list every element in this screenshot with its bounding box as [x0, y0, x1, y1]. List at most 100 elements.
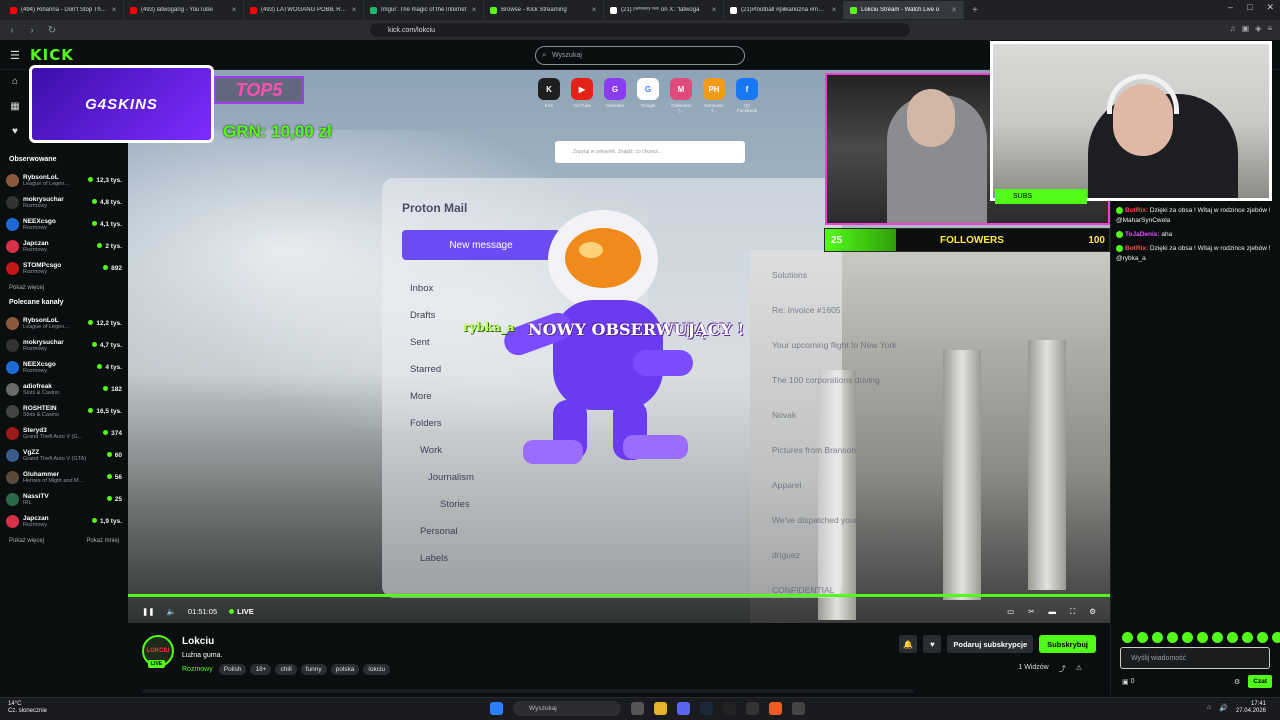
chat-username[interactable]: BotRix:: [1125, 245, 1148, 252]
pip-icon[interactable]: ▭: [1007, 607, 1014, 617]
menu-icon[interactable]: ☰: [10, 49, 20, 62]
emote-icon[interactable]: [1122, 632, 1133, 643]
show-more-link[interactable]: Pokaż więcej: [9, 538, 44, 544]
emote-icon[interactable]: [1167, 632, 1178, 643]
close-tab-icon[interactable]: ✕: [951, 6, 957, 14]
browser-tab[interactable]: (21) ᵖᵃᵐᵃʷᵉʸ ʷᵒˡˡ on X: "latwoga ✕: [604, 1, 724, 19]
minimize-icon[interactable]: –: [1228, 2, 1233, 13]
show-less-link[interactable]: Pokaż mniej: [86, 538, 119, 544]
scroll-track[interactable]: [142, 689, 914, 693]
back-icon[interactable]: ‹: [6, 25, 18, 36]
file-explorer-icon[interactable]: [654, 702, 667, 715]
browser-tab[interactable]: (21)#football #piłkanożna #meme # ✕: [724, 1, 844, 19]
emote-icon[interactable]: [1257, 632, 1268, 643]
browser-tab[interactable]: Lokciu Stream - Watch Live o ✕: [844, 1, 964, 19]
emote-icon[interactable]: [1212, 632, 1223, 643]
close-tab-icon[interactable]: ✕: [351, 6, 357, 14]
emote-icon[interactable]: [1272, 632, 1280, 643]
browser-tab[interactable]: Imgur: The magic of the Internet ✕: [364, 1, 484, 19]
chat-username[interactable]: ToJaDenis:: [1125, 231, 1160, 238]
pause-icon[interactable]: ❚❚: [142, 607, 155, 616]
close-tab-icon[interactable]: ✕: [231, 6, 237, 14]
gift-subs-button[interactable]: Podaruj subskrypcje: [947, 635, 1034, 653]
volume-icon[interactable]: 🔈: [167, 607, 176, 616]
app-icon[interactable]: [792, 702, 805, 715]
new-tab-button[interactable]: +: [964, 5, 986, 16]
chat-input[interactable]: Wyślij wiadomość: [1120, 647, 1270, 669]
url-field[interactable]: kick.com/lokciu: [370, 23, 910, 37]
browser-tab[interactable]: Browse - Kick Streaming ✕: [484, 1, 604, 19]
emote-icon[interactable]: [1242, 632, 1253, 643]
extension-icon[interactable]: ♫: [1230, 24, 1236, 33]
stream-tag[interactable]: polska: [330, 664, 360, 675]
emote-icon[interactable]: [1137, 632, 1148, 643]
weather-widget[interactable]: 14°C Cz. słonecznie: [8, 701, 47, 715]
sidebar-channel[interactable]: Japczan Rozmowy 1,9 tys.: [6, 510, 122, 532]
browser-tab[interactable]: (493) LATWOGANG POBIŁ REKORD ✕: [244, 1, 364, 19]
sidebar-channel[interactable]: RybsonLoL League of Legen... 12,2 tys.: [6, 312, 122, 334]
sidebar-channel[interactable]: Steryd3 Grand Theft Auto V (G... 374: [6, 422, 122, 444]
search-input[interactable]: ⌕ Wyszukaj: [535, 46, 745, 65]
wallet-icon[interactable]: ◈: [1255, 24, 1261, 33]
obs-icon[interactable]: [723, 702, 736, 715]
browser-tab[interactable]: (493) latwogang - YouTube ✕: [124, 1, 244, 19]
following-icon[interactable]: ♥: [12, 126, 18, 137]
stream-tag[interactable]: funny: [300, 664, 327, 675]
browser-tab[interactable]: (494) Rihanna - Don't Stop The M ✕: [4, 1, 124, 19]
sidebar-channel[interactable]: NEEXcsgo Rozmowy 4 tys.: [6, 356, 122, 378]
close-tab-icon[interactable]: ✕: [111, 6, 117, 14]
taskbar-search[interactable]: Wyszukaj: [513, 701, 621, 716]
follow-button[interactable]: ♥: [923, 635, 942, 653]
emote-icon[interactable]: [1227, 632, 1238, 643]
sidebar-channel[interactable]: adiofreak Slots & Casino 182: [6, 378, 122, 400]
home-icon[interactable]: ⌂: [12, 76, 18, 87]
reload-icon[interactable]: ↻: [46, 25, 58, 36]
volume-icon[interactable]: 🔊: [1219, 704, 1228, 712]
sidebar-channel[interactable]: mokrysuchar Rozmowy 4,7 tys.: [6, 334, 122, 356]
close-tab-icon[interactable]: ✕: [471, 6, 477, 14]
close-tab-icon[interactable]: ✕: [591, 6, 597, 14]
close-tab-icon[interactable]: ✕: [831, 6, 837, 14]
maximize-icon[interactable]: □: [1247, 2, 1252, 13]
steam-icon[interactable]: [700, 702, 713, 715]
show-more-link[interactable]: Pokaż więcej: [9, 285, 44, 291]
settings-icon[interactable]: ⚙: [1089, 607, 1096, 617]
discord-icon[interactable]: [677, 702, 690, 715]
fullscreen-icon[interactable]: ⛶: [1070, 607, 1075, 617]
subscribe-button[interactable]: Subskrybuj: [1039, 635, 1096, 653]
chat-settings-icon[interactable]: ⚙: [1234, 678, 1240, 686]
brave-icon[interactable]: [769, 702, 782, 715]
sidebar-channel[interactable]: VgZZ Grand Theft Auto V (GTA) 60: [6, 444, 122, 466]
report-icon[interactable]: ⚠: [1076, 664, 1082, 674]
streamer-name[interactable]: Lokciu: [182, 636, 214, 647]
emote-icon[interactable]: [1197, 632, 1208, 643]
network-icon[interactable]: ⌂: [1207, 704, 1211, 712]
sidebar-channel[interactable]: NassiTV IRL 25: [6, 488, 122, 510]
sidebar-channel[interactable]: STOMPcsgo Rozmowy 892: [6, 257, 122, 279]
sidebar-channel[interactable]: NEEXcsgo Rozmowy 4,1 tys.: [6, 213, 122, 235]
send-chat-button[interactable]: Czat: [1248, 675, 1272, 688]
windows-start-icon[interactable]: [490, 702, 503, 715]
menu-icon[interactable]: ≡: [1267, 24, 1272, 33]
chat-username[interactable]: BotRix:: [1125, 207, 1148, 214]
browse-icon[interactable]: ▦: [10, 101, 19, 112]
stream-tag[interactable]: chill: [275, 664, 297, 675]
terminal-icon[interactable]: [746, 702, 759, 715]
stream-tag[interactable]: lokciu: [363, 664, 391, 675]
notifications-button[interactable]: 🔔: [899, 635, 918, 653]
kick-logo[interactable]: KICK: [30, 46, 74, 64]
sidebar-channel[interactable]: Japczan Rozmowy 2 tys.: [6, 235, 122, 257]
clip-icon[interactable]: ✂: [1028, 607, 1034, 617]
theater-icon[interactable]: ▬: [1049, 607, 1057, 617]
close-icon[interactable]: ✕: [1266, 2, 1274, 13]
stream-tag[interactable]: Polish: [218, 664, 247, 675]
task-view-icon[interactable]: [631, 702, 644, 715]
sidebar-channel[interactable]: ROSHTEIN Slots & Casino 16,5 tys.: [6, 400, 122, 422]
category-link[interactable]: Rozmowy: [182, 666, 213, 673]
close-tab-icon[interactable]: ✕: [711, 6, 717, 14]
emote-icon[interactable]: [1152, 632, 1163, 643]
clock[interactable]: 17:41 27.04.2026: [1236, 701, 1266, 715]
points-icon[interactable]: ▣: [1122, 678, 1129, 686]
share-icon[interactable]: ⤴: [1059, 664, 1066, 674]
video-progress-bar[interactable]: [128, 594, 1110, 597]
